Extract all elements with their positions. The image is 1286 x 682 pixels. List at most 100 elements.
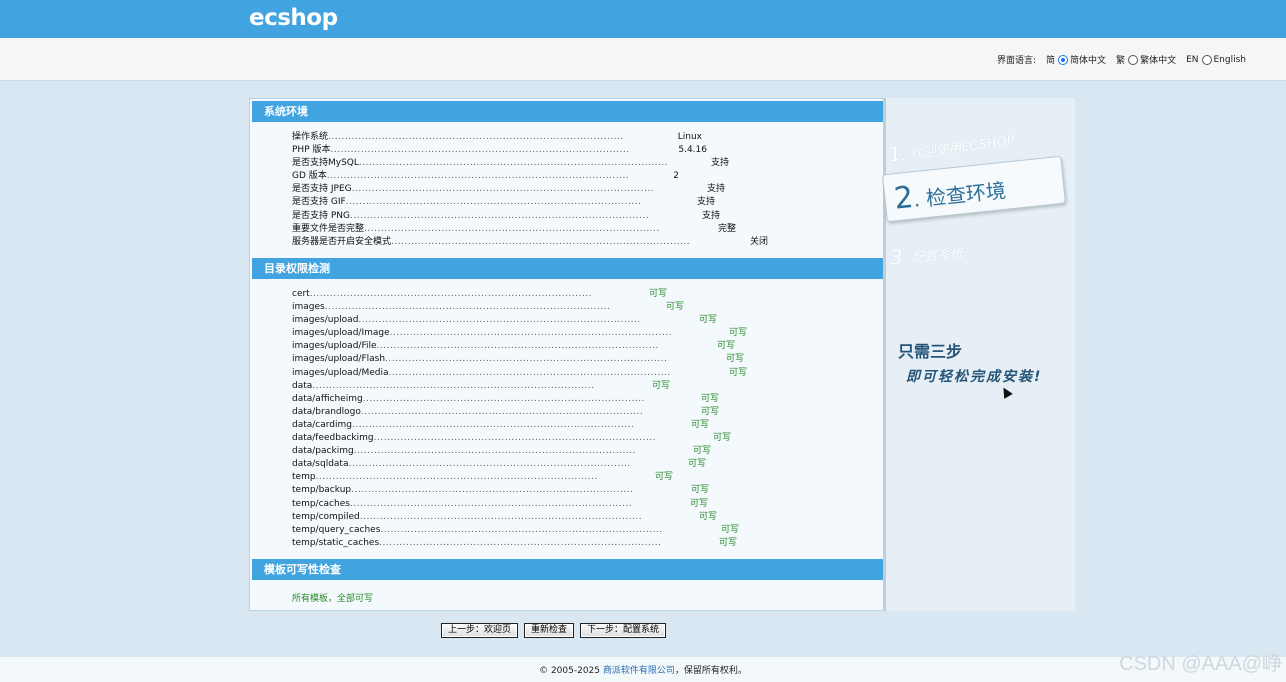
dir-row: data/feedbackimg........................… xyxy=(292,432,731,445)
dir-label: data/packimg xyxy=(292,446,354,457)
template-check-result: 所有模板，全部可写 xyxy=(292,594,374,604)
dir-value: 可写 xyxy=(712,433,731,444)
footer: © 2005-2025 商派软件有限公司，保留所有权利。 xyxy=(0,657,1286,682)
leader-dots: ........................................… xyxy=(373,433,656,444)
dir-row: data/brandlogo..........................… xyxy=(292,406,719,419)
dir-value: 可写 xyxy=(716,341,735,352)
prev-step-button[interactable]: 上一步：欢迎页 xyxy=(441,623,519,638)
env-value: 支持 xyxy=(710,158,729,169)
dir-label: temp/query_caches xyxy=(292,524,381,535)
env-label: GD 版本 xyxy=(292,171,327,182)
language-prefix: 繁 xyxy=(1116,56,1126,66)
dir-label: data/brandlogo xyxy=(292,406,361,417)
env-value: 支持 xyxy=(706,184,725,195)
env-label: 重要文件是否完整 xyxy=(292,223,365,234)
leader-dots: ........................................… xyxy=(324,302,611,313)
step-label: . 配置系统 xyxy=(902,246,964,268)
install-steps-sidebar: 1. 欢迎使用ECSHOP 2. 检查环境 3. 配置系统 只需三步 即可轻松完… xyxy=(881,98,1075,611)
dir-label: images/upload/Image xyxy=(292,328,390,339)
footer-company-link[interactable]: 商派软件有限公司 xyxy=(603,666,675,676)
step-label: . 欢迎使用ECSHOP xyxy=(900,133,1016,164)
env-row: 是否支持 JPEG...............................… xyxy=(292,183,725,196)
dir-label: images/upload xyxy=(292,315,359,326)
dir-value: 可写 xyxy=(648,289,667,299)
language-option-label[interactable]: 繁体中文 xyxy=(1140,53,1176,66)
env-value: 5.4.16 xyxy=(678,145,707,156)
leader-dots: ........................................… xyxy=(364,223,660,234)
radio-english[interactable] xyxy=(1201,54,1212,65)
dir-row: data/sqldata............................… xyxy=(292,458,706,471)
env-row: 是否支持 PNG................................… xyxy=(292,210,720,223)
env-value: 支持 xyxy=(696,197,715,208)
dir-label: images xyxy=(292,302,325,313)
dir-label: cert xyxy=(292,289,310,299)
leader-dots: ........................................… xyxy=(388,367,671,378)
dir-value: 可写 xyxy=(700,406,719,417)
leader-dots: ........................................… xyxy=(358,315,641,326)
dir-row: temp....................................… xyxy=(292,471,673,484)
env-row: GD 版本...................................… xyxy=(292,170,679,183)
language-option-label[interactable]: 简体中文 xyxy=(1070,53,1106,66)
leader-dots: ........................................… xyxy=(389,328,672,339)
dir-row: images/upload...........................… xyxy=(292,314,717,327)
system-env-list: 操作系统....................................… xyxy=(292,131,768,249)
radio-traditional[interactable] xyxy=(1128,54,1139,65)
leader-dots: ........................................… xyxy=(359,511,643,522)
leader-dots: ........................................… xyxy=(385,354,668,365)
language-prefix: EN xyxy=(1186,54,1199,65)
env-value: 2 xyxy=(673,171,679,182)
dir-row: images/upload/Image.....................… xyxy=(292,327,747,340)
leader-dots: ........................................… xyxy=(360,406,644,417)
leader-dots: ........................................… xyxy=(352,419,635,430)
env-value: 支持 xyxy=(701,210,720,221)
language-option-label[interactable]: English xyxy=(1214,55,1247,65)
env-label: 是否支持 PNG xyxy=(292,210,350,221)
radio-simplified[interactable] xyxy=(1058,54,1069,65)
dir-value: 可写 xyxy=(690,419,709,430)
leader-dots: ........................................… xyxy=(362,393,646,404)
dir-value: 可写 xyxy=(654,472,673,483)
section-title-system-env: 系统环境 xyxy=(252,101,883,122)
dir-value: 可写 xyxy=(689,498,708,509)
leader-dots: ........................................… xyxy=(358,158,669,169)
env-row: 是否支持 GIF................................… xyxy=(292,196,715,209)
env-row: 操作系统....................................… xyxy=(292,131,702,144)
dir-value: 可写 xyxy=(687,459,706,470)
language-option-zh-cn[interactable]: 简 简体中文 xyxy=(1046,53,1106,66)
leader-dots: ........................................… xyxy=(330,145,630,156)
footer-copyright: © 2005-2025 xyxy=(539,666,603,676)
dir-label: data/feedbackimg xyxy=(292,433,374,444)
dir-row: temp/static_caches......................… xyxy=(292,537,737,550)
leader-dots: ........................................… xyxy=(328,132,624,142)
language-option-zh-tw[interactable]: 繁 繁体中文 xyxy=(1116,53,1176,66)
dir-value: 可写 xyxy=(700,393,719,404)
env-label: 是否支持 JPEG xyxy=(292,184,352,195)
recheck-button[interactable]: 重新检查 xyxy=(524,623,575,638)
env-row: 是否支持MySQL...............................… xyxy=(292,157,729,170)
dir-label: temp/compiled xyxy=(292,511,360,522)
dir-row: data/packimg............................… xyxy=(292,445,711,458)
step-1-welcome: 1. 欢迎使用ECSHOP xyxy=(887,125,1016,166)
leader-dots: ........................................… xyxy=(379,537,662,548)
language-option-en[interactable]: EN English xyxy=(1186,54,1247,65)
leader-dots: ........................................… xyxy=(351,485,634,496)
dir-row: temp/caches.............................… xyxy=(292,498,708,511)
leader-dots: ........................................… xyxy=(312,380,595,391)
dir-label: temp/caches xyxy=(292,498,350,509)
dir-label: data xyxy=(292,380,313,391)
dir-row: data....................................… xyxy=(292,380,670,393)
dir-value: 可写 xyxy=(725,354,744,365)
leader-dots: ........................................… xyxy=(345,197,642,208)
footer-rights: ，保留所有权利。 xyxy=(674,666,747,676)
dir-row: images/upload/Flash.....................… xyxy=(292,353,744,366)
dir-value: 可写 xyxy=(692,446,711,457)
step-number: 3 xyxy=(888,244,905,270)
leader-dots: ........................................… xyxy=(353,446,636,457)
dir-row: images..................................… xyxy=(292,301,684,314)
leader-dots: ........................................… xyxy=(391,236,691,247)
next-step-button[interactable]: 下一步：配置系统 xyxy=(580,623,667,638)
env-row: PHP 版本..................................… xyxy=(292,144,707,157)
dir-row: images/upload/Media.....................… xyxy=(292,367,747,380)
env-label: PHP 版本 xyxy=(292,145,331,156)
slogan-easy-install: 即可轻松完成安装! xyxy=(906,369,1043,385)
